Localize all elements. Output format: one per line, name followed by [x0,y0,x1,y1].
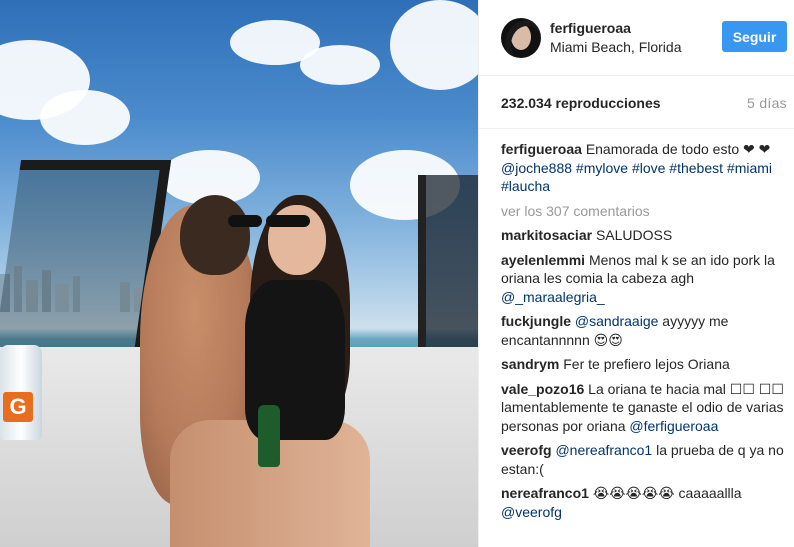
sunglasses-woman [266,215,310,227]
post-view: G ferfigueroaa Miami Beach, Florida Segu… [0,0,794,547]
beer-bottle [258,405,280,467]
cloud [300,45,380,85]
list-item: markitosaciar SALUDOSS [501,226,784,245]
comment-user[interactable]: nereafranco1 [501,485,589,501]
comment-user[interactable]: ayelenlemmi [501,252,585,268]
caption-tags[interactable]: @joche888 #mylove #love #thebest [501,160,723,176]
cloud [40,90,130,145]
comment-text: Fer te prefiero lejos Oriana [563,356,730,372]
avatar[interactable] [501,17,541,58]
comment-user[interactable]: vale_pozo16 [501,381,584,397]
caption: ferfigueroaa Enamorada de todo esto ❤ ❤ … [501,140,784,196]
comment-mention[interactable]: @ferfigueroaa [629,418,718,434]
comment-user[interactable]: sandrym [501,356,559,372]
cloud [390,0,478,90]
list-item: nereafranco1 😭😭😭😭😭 caaaaallla @veerofg [501,484,784,521]
caption-text: Enamorada de todo esto ❤ ❤ [585,141,771,157]
post-meta: ferfigueroaa Miami Beach, Florida [550,19,682,57]
username-link[interactable]: ferfigueroaa [550,19,682,38]
view-all-comments-link[interactable]: ver los 307 comentarios [501,202,784,221]
bottle-logo: G [3,392,33,422]
comment-user[interactable]: veerofg [501,442,552,458]
list-item: veerofg @nereafranco1 la prueba de q ya … [501,441,784,478]
comment-text: SALUDOSS [595,227,673,243]
comment-user[interactable]: markitosaciar [501,227,592,243]
view-count: 232.034 reproducciones [501,95,661,111]
comment-mention[interactable]: @veerofg [501,504,562,520]
follow-button[interactable]: Seguir [722,21,787,52]
post-sidebar: ferfigueroaa Miami Beach, Florida Seguir… [478,0,794,547]
list-item: ayelenlemmi Menos mal k se an ido pork l… [501,251,784,307]
post-photo[interactable]: G [0,0,478,547]
list-item: fuckjungle @sandraaige ayyyyy me encanta… [501,312,784,349]
comment-mention[interactable]: @_maraalegria_ [501,289,605,305]
comment-text: 😭😭😭😭😭 caaaaallla [592,485,742,501]
post-age[interactable]: 5 días [747,95,787,128]
sunglasses-man [228,215,262,227]
comment-user[interactable]: fuckjungle [501,313,571,329]
comment-mention[interactable]: @nereafranco1 [555,442,652,458]
man-head [180,195,250,275]
list-item: sandrym Fer te prefiero lejos Oriana [501,355,784,374]
list-item: vale_pozo16 La oriana te hacia mal ☐☐ ☐☐… [501,380,784,436]
location-link[interactable]: Miami Beach, Florida [550,38,682,57]
comment-mention[interactable]: @sandraaige [575,313,659,329]
caption-user[interactable]: ferfigueroaa [501,141,582,157]
post-stats: 232.034 reproducciones 5 días [479,76,794,128]
post-header: ferfigueroaa Miami Beach, Florida Seguir [479,0,794,76]
comments-list: ferfigueroaa Enamorada de todo esto ❤ ❤ … [479,128,794,521]
